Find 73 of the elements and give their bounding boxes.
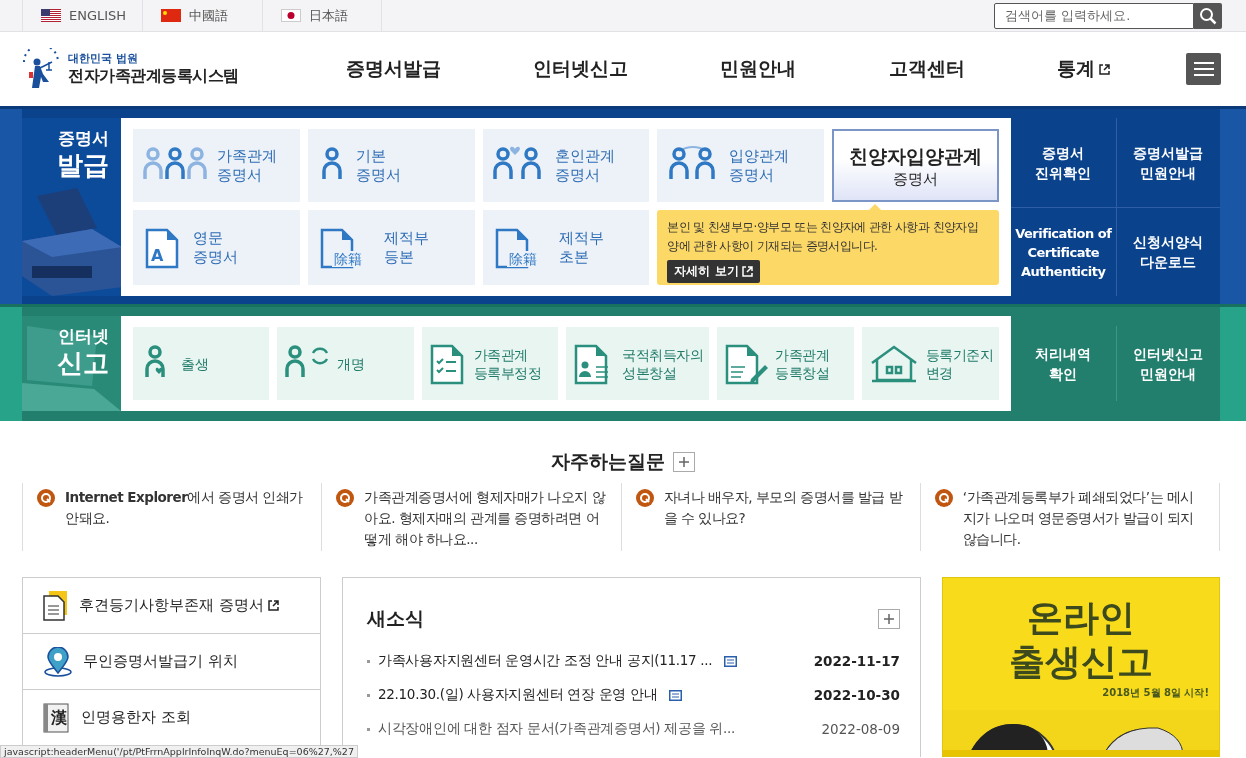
news-item[interactable]: 가족사용자지원센터 운영시간 조정 안내 공지(11.17 ... 2022-11-17 [367,644,900,678]
question-icon [635,489,654,507]
filing-tile[interactable]: 출생 [133,327,270,400]
plus-icon [679,457,689,467]
document-icon [723,342,770,385]
plus-icon [884,614,894,624]
menu-icon [1193,61,1214,77]
nav-link[interactable]: 증명서발급 [346,56,442,82]
question-icon [336,489,355,507]
section-title: 신고 [56,348,109,378]
flag-icon [161,9,181,22]
more-button[interactable] [673,452,695,472]
section-title: 발급 [56,150,109,180]
shortcut-link[interactable]: 무인증명서발급기 위치 [23,634,320,690]
certificate-tile[interactable]: A 영문 증명서 [133,210,300,285]
search-button[interactable] [1194,2,1222,29]
faq-title: 자주하는질문 [551,449,665,474]
quick-link[interactable]: 처리내역 확인 [1011,326,1116,401]
question-icon [934,489,953,507]
section-title: 인터넷 [57,325,109,348]
faq-item[interactable]: Internet Explorer에서 증명서 인쇄가 안돼요. [22,483,322,551]
language-link[interactable]: 日本語 [262,0,382,32]
quick-link[interactable]: 증명서발급 민원안내 [1115,118,1220,207]
certificate-tile[interactable]: 除籍 제적부 초본 [482,210,650,285]
news-item[interactable]: 22.10.30.(일) 사용자지원센터 연장 운영 안내 2022-10-30 [367,678,900,712]
logo-subtitle: 대한민국 법원 [68,51,139,66]
menu-button[interactable] [1186,53,1221,85]
faq-item[interactable]: 자녀나 배우자, 부모의 증명서를 발급 받을 수 있나요? [620,483,920,551]
tooltip-text: 본인 및 친생부모·양부모 또는 친양자에 관한 사항과 친양자입양에 관한 사항이 기재되는 증명서입니다. [667,219,980,255]
logo-icon [20,48,62,90]
certificate-tile[interactable]: 입양관계 증명서 [657,129,825,202]
flag-icon [41,9,61,22]
quick-link[interactable]: 증명서 진위확인 [1011,118,1116,207]
banner-caption: 2018년 5월 8일 시작! [1102,686,1209,700]
document-icon [43,590,69,621]
status-bar: javascript:headerMenu('/pt/PtFrrnApplrInfoInqW.do?menuEq=06%27,%27 [0,745,358,758]
search-field[interactable]: 검색어를 입력하세요. [994,2,1194,29]
more-button[interactable] [878,609,900,629]
section-title: 증명서 [57,127,109,150]
location-icon [43,646,73,677]
nav-link[interactable]: 인터넷신고 [533,56,629,82]
language-link[interactable]: 中國語 [142,0,262,32]
language-link[interactable]: ENGLISH [22,0,142,32]
news-item[interactable]: 시각장애인에 대한 점자 문서(가족관계증명서) 제공을 위... 2022-08-09 [367,712,900,746]
banner-title: 온라인 출생신고 [1009,596,1153,684]
logo-title: 전자가족관계등록시스템 [68,66,239,87]
dictionary-icon: 漢 [43,702,71,733]
certificate-tile[interactable]: 가족관계 증명서 [133,129,300,202]
nav-link[interactable]: 민원안내 [720,56,797,82]
certificate-tile[interactable]: 除籍 제적부 등본 [307,210,475,285]
search-icon [1199,6,1217,25]
certificate-tile[interactable]: 혼인관계 증명서 [482,129,650,202]
question-icon [37,489,55,507]
nav-link[interactable]: 통계 [1056,56,1110,82]
quick-link[interactable]: Verification of Certificate Authenticity [1011,207,1116,296]
news-title: 새소식 [367,606,424,631]
faq-item[interactable]: ‘가족관계등록부가 폐쇄되었다’는 메시지가 나오며 영문증명서가 발급이 되지 않습니다. [919,483,1219,551]
flag-icon [281,9,301,22]
filing-tile[interactable]: 국적취득자의 성본창설 [566,327,710,400]
quick-link[interactable]: 인터넷신고 민원안내 [1115,326,1220,401]
certificate-tile[interactable]: 친양자입양관계 증명서 [832,129,999,202]
birth-registration-banner[interactable]: 온라인 출생신고 2018년 5월 8일 시작! [942,577,1220,757]
shortcut-link[interactable]: 후견등기사항부존재 증명서 [23,578,320,634]
filing-tile[interactable]: 등록기준지 변경 [861,327,999,400]
certificate-tile[interactable]: 기본 증명서 [307,129,475,202]
filing-tile[interactable]: 가족관계 등록부정정 [421,327,559,400]
nav-link[interactable]: 고객센터 [888,56,965,82]
faq-item[interactable]: 가족관계증명서에 형제자매가 나오지 않아요. 형제자매의 관계를 증명하려면 어떻게 해야 하나요... [321,483,621,551]
details-button[interactable]: 자세히 보기 [667,260,760,283]
filing-tile[interactable]: 가족관계 등록창설 [717,327,854,400]
quick-link[interactable]: 신청서양식 다운로드 [1115,207,1220,296]
filing-tile[interactable]: 개명 [277,327,414,400]
external-link-icon [741,266,753,277]
